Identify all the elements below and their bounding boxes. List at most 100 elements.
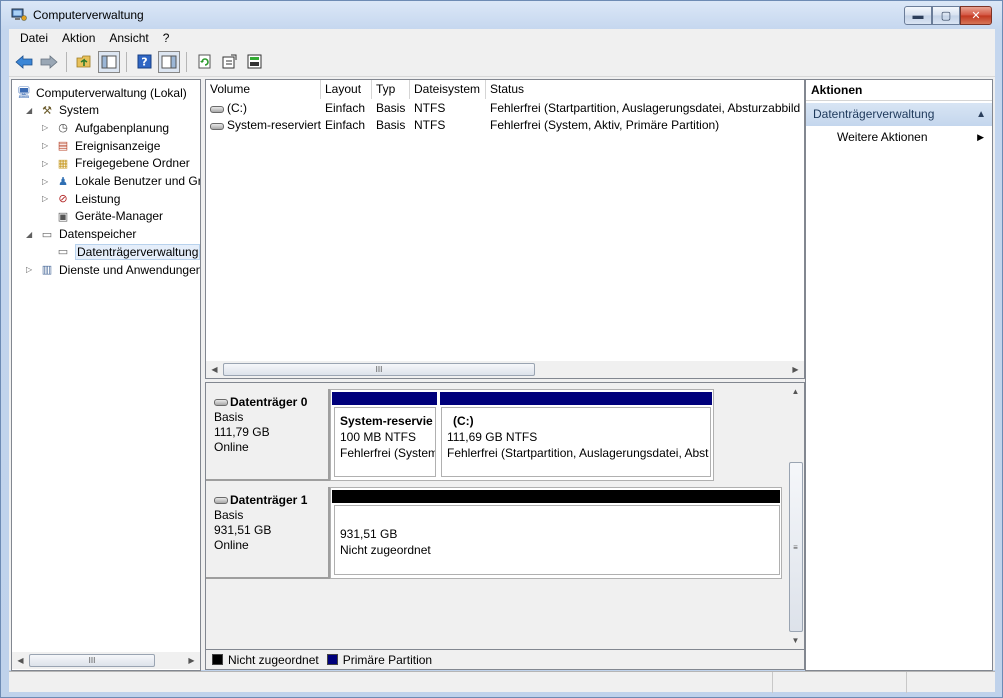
column-dateisystem[interactable]: Dateisystem <box>410 80 486 99</box>
menu-ansicht[interactable]: Ansicht <box>102 31 155 45</box>
refresh-button[interactable] <box>193 51 215 73</box>
disk-legend: Nicht zugeordnet Primäre Partition <box>205 649 805 670</box>
up-button[interactable] <box>73 51 95 73</box>
column-volume[interactable]: Volume <box>206 80 321 99</box>
expand-arrow-icon[interactable]: ▷ <box>42 123 52 132</box>
partition-status: Fehlerfrei (Startpartition, Auslagerungs… <box>447 446 709 460</box>
expand-arrow-icon[interactable]: ▷ <box>42 159 52 168</box>
volume-row[interactable]: (C:) Einfach Basis NTFS Fehlerfrei (Star… <box>206 100 804 117</box>
tree-item[interactable]: ▷ ▥ Dienste und Anwendungen <box>26 261 200 278</box>
menu-aktion[interactable]: Aktion <box>55 31 102 45</box>
users-icon: ♟ <box>58 175 68 188</box>
title-bar[interactable]: Computerverwaltung ▬ ▢ ✕ <box>1 1 1002 29</box>
minimize-button[interactable]: ▬ <box>904 6 932 25</box>
partition-bar-system-reserved <box>332 392 437 405</box>
volume-name-cell: (C:) <box>206 100 321 117</box>
actions-section-disk-management[interactable]: Datenträgerverwaltung ▲ <box>806 103 992 126</box>
tree-item-label: Datenspeicher <box>59 227 137 242</box>
show-actions-button[interactable] <box>158 50 180 73</box>
disk-graphic-view[interactable]: Datenträger 0 Basis 111,79 GB Online Sys… <box>205 382 805 649</box>
volume-status: Fehlerfrei (Startpartition, Auslagerungs… <box>490 101 801 115</box>
tree-item[interactable]: ◢ ▭ Datenspeicher <box>26 226 136 243</box>
expand-arrow-icon[interactable]: ▷ <box>42 141 52 150</box>
scroll-left-icon[interactable]: ◀ <box>12 652 29 669</box>
help-button[interactable]: ? <box>133 51 155 73</box>
scroll-track[interactable] <box>788 400 803 462</box>
legend-swatch-unallocated <box>212 654 223 665</box>
tree-item[interactable]: ▷ ⊘ Leistung <box>42 190 120 207</box>
actions-pane: Aktionen Datenträgerverwaltung ▲ Weitere… <box>805 79 993 671</box>
scroll-right-icon[interactable]: ▶ <box>183 652 200 669</box>
expand-arrow-icon[interactable]: ▷ <box>42 177 52 186</box>
scroll-thumb[interactable]: ≡ <box>788 462 803 632</box>
partition-status: Fehlerfrei (System <box>340 446 436 460</box>
tree-item[interactable]: ▷ ◷ Aufgabenplanung <box>42 119 169 136</box>
column-typ[interactable]: Typ <box>372 80 410 99</box>
disk-0-label[interactable]: Datenträger 0 Basis 111,79 GB Online <box>206 389 330 481</box>
properties-button[interactable] <box>218 51 240 73</box>
tree-item[interactable]: ▣ Geräte-Manager <box>42 208 163 225</box>
partition-system-reserved[interactable]: System-reservie 100 MB NTFS Fehlerfrei (… <box>334 407 436 477</box>
tree-item[interactable]: ▷ ▤ Ereignisanzeige <box>42 137 160 154</box>
scroll-down-icon[interactable]: ▼ <box>787 632 804 649</box>
collapse-arrow-icon[interactable]: ◢ <box>26 106 36 115</box>
export-button[interactable] <box>243 51 265 73</box>
volume-filesystem: NTFS <box>414 101 446 115</box>
partition-c[interactable]: (C:) 111,69 GB NTFS Fehlerfrei (Startpar… <box>441 407 711 477</box>
up-folder-icon <box>76 55 91 68</box>
column-status[interactable]: Status <box>486 80 804 99</box>
action-more-actions[interactable]: Weitere Aktionen ▶ <box>806 126 992 148</box>
scroll-left-icon[interactable]: ◀ <box>206 361 223 378</box>
show-tree-button[interactable] <box>98 50 120 73</box>
drive-icon <box>210 123 224 130</box>
clock-icon: ◷ <box>58 122 68 135</box>
legend-label: Primäre Partition <box>342 652 433 667</box>
disk-0-state: Online <box>214 440 249 454</box>
svg-text:?: ? <box>141 56 147 69</box>
collapse-up-icon[interactable]: ▲ <box>976 103 986 126</box>
tree-hscrollbar[interactable]: ◀ III ▶ <box>12 652 200 669</box>
tree-item[interactable]: ◢ ⚒ System <box>26 102 99 119</box>
disk-view-vscrollbar[interactable]: ▲ ≡ ▼ <box>787 383 804 649</box>
volume-list[interactable]: Volume Layout Typ Dateisystem Status (C:… <box>205 79 805 379</box>
tree-item-label: System <box>59 103 100 118</box>
tree-item-label: Ereignisanzeige <box>75 138 161 153</box>
menu-help[interactable]: ? <box>156 31 177 45</box>
disk-1-label[interactable]: Datenträger 1 Basis 931,51 GB Online <box>206 487 330 579</box>
partition-unallocated[interactable]: 931,51 GB Nicht zugeordnet <box>334 505 780 575</box>
disk-0-partitions: System-reservie 100 MB NTFS Fehlerfrei (… <box>330 389 714 481</box>
legend-swatch-primary <box>326 654 338 665</box>
disk-0-title: Datenträger 0 <box>214 395 328 410</box>
partition-size: 100 MB NTFS <box>340 430 417 444</box>
close-button[interactable]: ✕ <box>960 6 992 25</box>
tree-item[interactable]: ▷ ♟ Lokale Benutzer und Gr <box>42 173 200 190</box>
tree-item[interactable]: 🖥 Computerverwaltung (Lokal) <box>16 84 187 101</box>
tree-item[interactable]: ▷ ▦ Freigegebene Ordner <box>42 155 190 172</box>
scroll-right-icon[interactable]: ▶ <box>787 361 804 378</box>
menu-datei[interactable]: Datei <box>13 31 55 45</box>
forward-button[interactable] <box>38 51 60 73</box>
partition-name: System-reservie <box>340 414 433 428</box>
navigation-tree[interactable]: 🖥 Computerverwaltung (Lokal) ◢ ⚒ System ▷ ◷ Auf… <box>11 79 201 671</box>
drive-icon <box>210 106 224 113</box>
volume-list-hscrollbar[interactable]: ◀ III ▶ <box>206 361 804 378</box>
expand-arrow-icon[interactable]: ▷ <box>26 265 36 274</box>
scroll-thumb[interactable]: III <box>29 654 155 667</box>
collapse-arrow-icon[interactable]: ◢ <box>26 230 36 239</box>
expand-arrow-icon[interactable]: ▷ <box>42 194 52 203</box>
back-button[interactable] <box>13 51 35 73</box>
tree-item[interactable]: ▭ Datenträgerverwaltung <box>42 243 200 260</box>
scroll-up-icon[interactable]: ▲ <box>787 383 804 400</box>
actions-section-label: Datenträgerverwaltung <box>813 107 935 121</box>
volume-name-cell: System-reserviert <box>206 117 321 134</box>
maximize-button[interactable]: ▢ <box>932 6 960 25</box>
volume-row[interactable]: System-reserviert Einfach Basis NTFS Feh… <box>206 117 804 134</box>
partition-bar-unallocated <box>332 490 780 503</box>
event-viewer-icon: ▤ <box>57 140 69 153</box>
action-label: Weitere Aktionen <box>837 130 928 144</box>
toolbar: ? <box>9 47 995 77</box>
scroll-thumb[interactable]: III <box>223 363 535 376</box>
maximize-icon: ▢ <box>940 10 952 22</box>
column-layout[interactable]: Layout <box>321 80 372 99</box>
close-icon: ✕ <box>971 10 981 22</box>
